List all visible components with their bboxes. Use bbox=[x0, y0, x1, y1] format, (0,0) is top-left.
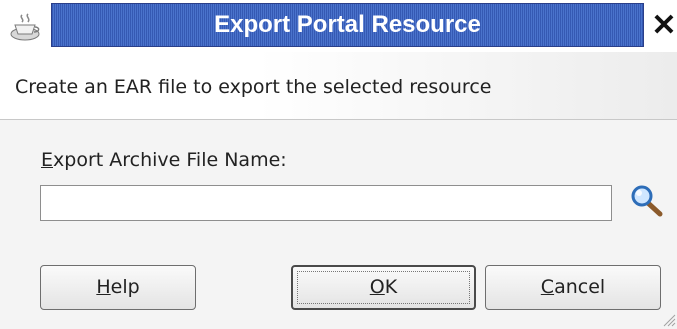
cancel-button[interactable]: Cancel bbox=[485, 265, 661, 310]
label-text: xport Archive File Name: bbox=[53, 149, 287, 171]
help-mnemonic: H bbox=[96, 276, 111, 298]
ok-mnemonic: O bbox=[369, 276, 385, 298]
export-archive-file-name-input[interactable] bbox=[40, 185, 612, 221]
title-strip: Export Portal Resource bbox=[51, 3, 644, 47]
resize-grip-icon[interactable] bbox=[662, 313, 676, 327]
export-archive-file-name-label: Export Archive File Name: bbox=[41, 149, 287, 171]
window-title: Export Portal Resource bbox=[214, 11, 481, 38]
header-divider bbox=[0, 119, 677, 120]
dialog-header: Create an EAR file to export the selecte… bbox=[0, 52, 677, 119]
label-mnemonic: E bbox=[41, 149, 54, 171]
magnifier-icon[interactable] bbox=[627, 183, 667, 219]
ok-text: K bbox=[384, 276, 398, 298]
help-text: elp bbox=[110, 276, 140, 298]
dialog-description: Create an EAR file to export the selecte… bbox=[15, 76, 492, 98]
cancel-button-label: Cancel bbox=[486, 266, 660, 309]
ok-button-label: OK bbox=[293, 267, 474, 308]
ok-button[interactable]: OK bbox=[291, 265, 476, 310]
coffee-cup-icon bbox=[10, 13, 40, 41]
cancel-mnemonic: C bbox=[540, 276, 555, 298]
title-bar[interactable]: Export Portal Resource ✕ bbox=[0, 0, 677, 52]
help-button-label: Help bbox=[41, 266, 195, 309]
cancel-text: ancel bbox=[554, 276, 606, 298]
export-portal-resource-dialog: Export Portal Resource ✕ Create an EAR f… bbox=[0, 0, 677, 329]
help-button[interactable]: Help bbox=[40, 265, 196, 310]
close-button[interactable]: ✕ bbox=[651, 8, 677, 44]
